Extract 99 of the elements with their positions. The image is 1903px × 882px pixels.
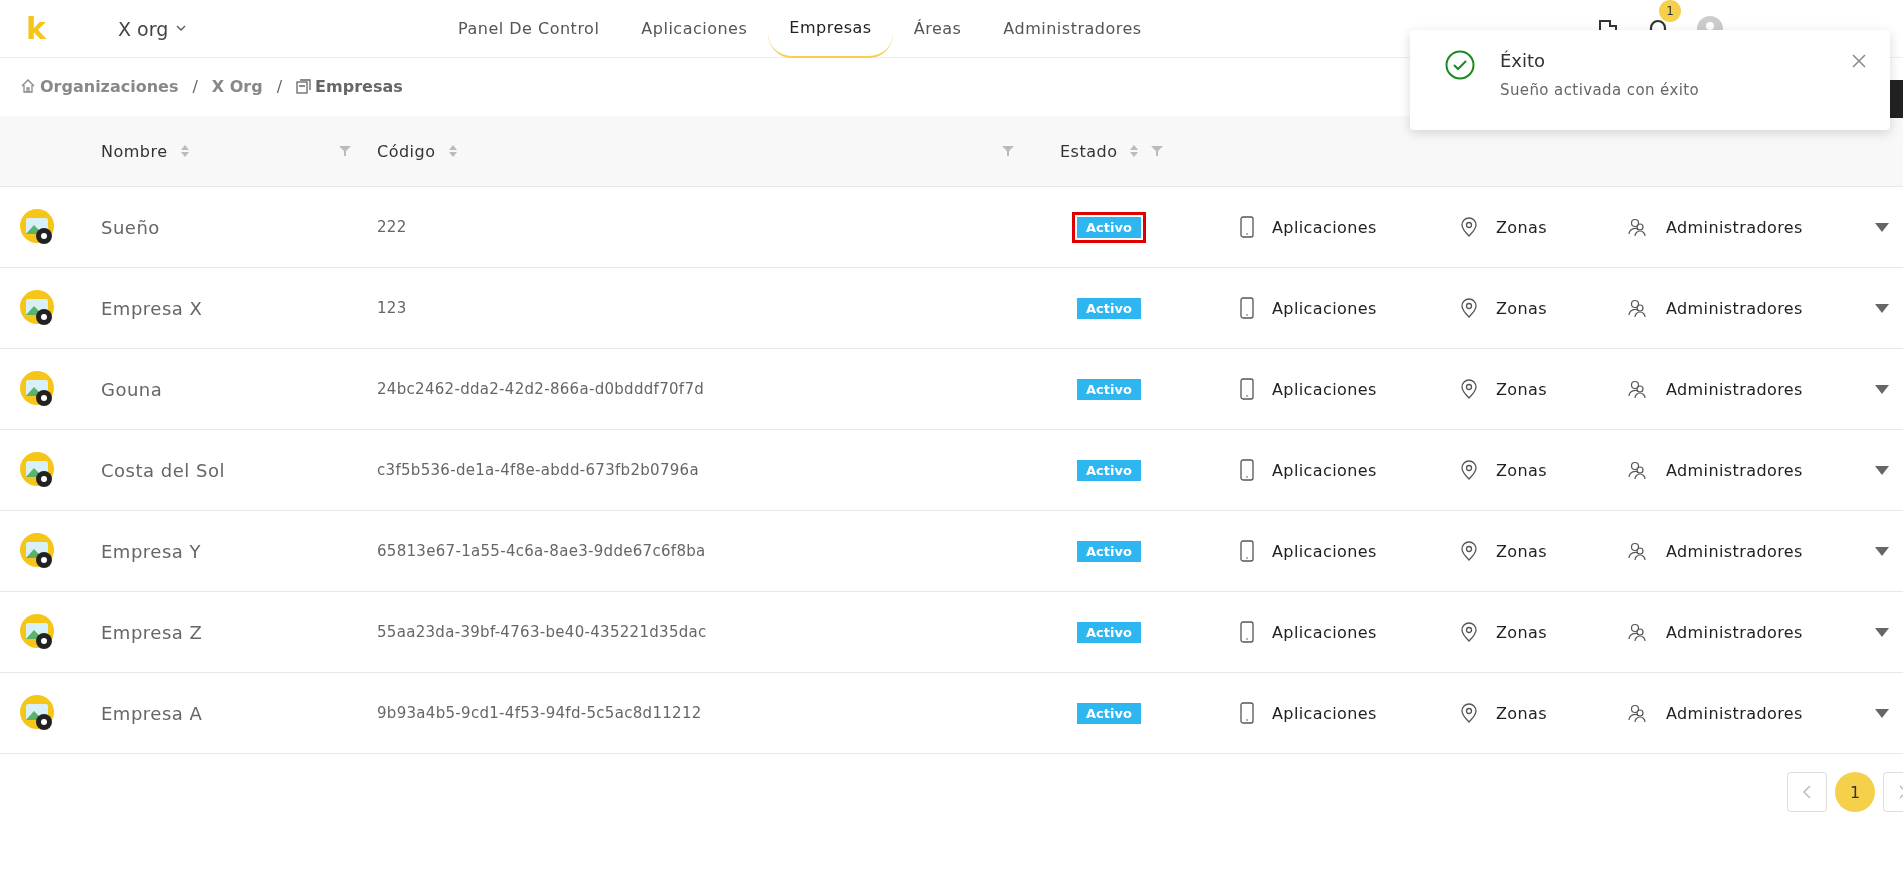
image-avatar-icon xyxy=(20,533,56,569)
expand-caret-icon[interactable] xyxy=(1874,222,1889,232)
image-avatar-icon xyxy=(20,614,56,650)
users-icon xyxy=(1628,541,1648,561)
image-avatar-icon xyxy=(20,371,56,407)
administrators-link[interactable]: Administradores xyxy=(1666,460,1803,480)
sort-icon[interactable] xyxy=(179,143,190,159)
users-icon xyxy=(1628,379,1648,399)
window-icon xyxy=(296,78,312,94)
applications-link[interactable]: Aplicaciones xyxy=(1272,541,1377,561)
notification-badge: 1 xyxy=(1659,0,1681,22)
company-name: Costa del Sol xyxy=(101,459,226,481)
applications-link[interactable]: Aplicaciones xyxy=(1272,298,1377,318)
company-code: c3f5b536-de1a-4f8e-abdd-673fb2b0796a xyxy=(377,461,700,479)
zones-link[interactable]: Zonas xyxy=(1496,217,1548,237)
zones-link[interactable]: Zonas xyxy=(1496,622,1548,642)
nav-tab[interactable]: Áreas xyxy=(892,0,983,58)
company-name: Empresa Y xyxy=(101,540,203,562)
phone-icon xyxy=(1240,540,1254,562)
applications-link[interactable]: Aplicaciones xyxy=(1272,703,1377,723)
applications-link[interactable]: Aplicaciones xyxy=(1272,622,1377,642)
company-name: Gouna xyxy=(101,378,164,400)
expand-caret-icon[interactable] xyxy=(1874,546,1889,556)
chevron-down-icon xyxy=(176,25,187,32)
users-icon xyxy=(1628,622,1648,642)
breadcrumb-link[interactable]: X Org xyxy=(211,76,263,96)
phone-icon xyxy=(1240,216,1254,238)
users-icon xyxy=(1628,298,1648,318)
administrators-link[interactable]: Administradores xyxy=(1666,622,1803,642)
image-avatar-icon xyxy=(20,290,56,326)
company-code: 65813e67-1a55-4c6a-8ae3-9dde67c6f8ba xyxy=(377,542,707,560)
company-code: 123 xyxy=(377,299,408,317)
zones-link[interactable]: Zonas xyxy=(1496,541,1548,561)
location-pin-icon xyxy=(1460,622,1478,642)
close-icon[interactable] xyxy=(1852,54,1866,68)
zones-link[interactable]: Zonas xyxy=(1496,379,1548,399)
location-pin-icon xyxy=(1460,379,1478,399)
expand-caret-icon[interactable] xyxy=(1874,384,1889,394)
phone-icon xyxy=(1240,459,1254,481)
nav-tab[interactable]: Aplicaciones xyxy=(620,0,769,58)
company-name: Sueño xyxy=(101,216,161,238)
users-icon xyxy=(1628,460,1648,480)
image-avatar-icon xyxy=(20,209,56,245)
administrators-link[interactable]: Administradores xyxy=(1666,703,1803,723)
expand-caret-icon[interactable] xyxy=(1874,708,1889,718)
sort-icon[interactable] xyxy=(447,143,458,159)
users-icon xyxy=(1628,217,1648,237)
company-name: Empresa X xyxy=(101,297,204,319)
toast-message: Sueño activada con éxito xyxy=(1500,81,1701,99)
phone-icon xyxy=(1240,702,1254,724)
column-header: Estado xyxy=(1060,141,1118,161)
home-icon xyxy=(20,78,36,94)
zones-link[interactable]: Zonas xyxy=(1496,460,1548,480)
expand-caret-icon[interactable] xyxy=(1874,627,1889,637)
breadcrumb-separator: / xyxy=(192,76,198,96)
users-icon xyxy=(1628,703,1648,723)
applications-link[interactable]: Aplicaciones xyxy=(1272,217,1377,237)
administrators-link[interactable]: Administradores xyxy=(1666,298,1803,318)
phone-icon xyxy=(1240,621,1254,643)
company-code: 222 xyxy=(377,218,408,236)
image-avatar-icon xyxy=(20,452,56,488)
administrators-link[interactable]: Administradores xyxy=(1666,541,1803,561)
org-selector[interactable]: X org xyxy=(118,17,437,40)
company-name: Empresa Z xyxy=(101,621,204,643)
location-pin-icon xyxy=(1460,217,1478,237)
expand-caret-icon[interactable] xyxy=(1874,465,1889,475)
location-pin-icon xyxy=(1460,703,1478,723)
administrators-link[interactable]: Administradores xyxy=(1666,379,1803,399)
phone-icon xyxy=(1240,378,1254,400)
filter-icon[interactable] xyxy=(1002,145,1014,157)
applications-link[interactable]: Aplicaciones xyxy=(1272,460,1377,480)
administrators-link[interactable]: Administradores xyxy=(1666,217,1803,237)
image-avatar-icon xyxy=(20,695,56,731)
expand-caret-icon[interactable] xyxy=(1874,303,1889,313)
nav-tab[interactable]: Empresas xyxy=(768,0,893,58)
sort-icon[interactable] xyxy=(1129,143,1140,159)
location-pin-icon xyxy=(1460,541,1478,561)
company-code: 55aa23da-39bf-4763-be40-435221d35dac xyxy=(377,623,708,641)
column-header: Código xyxy=(377,141,436,161)
page-button[interactable]: 1 xyxy=(1835,772,1875,812)
company-code: 24bc2462-dda2-42d2-866a-d0bdddf70f7d xyxy=(377,380,706,398)
company-name: Empresa A xyxy=(101,702,204,724)
breadcrumb-separator: / xyxy=(276,76,283,96)
toast-title: Éxito xyxy=(1500,50,1547,71)
breadcrumb-link[interactable]: Organizaciones xyxy=(40,76,179,96)
filter-icon[interactable] xyxy=(1151,145,1164,157)
zones-link[interactable]: Zonas xyxy=(1496,703,1548,723)
nav-tab[interactable]: Administradores xyxy=(982,0,1163,58)
success-check-icon xyxy=(1445,50,1475,80)
location-pin-icon xyxy=(1460,298,1478,318)
location-pin-icon xyxy=(1460,460,1478,480)
zones-link[interactable]: Zonas xyxy=(1496,298,1548,318)
company-code: 9b93a4b5-9cd1-4f53-94fd-5c5ac8d11212 xyxy=(377,704,703,722)
nav-tab[interactable]: Panel De Control xyxy=(437,0,621,58)
chevron-left-icon xyxy=(1802,785,1812,799)
phone-icon xyxy=(1240,297,1254,319)
column-header: Nombre xyxy=(101,141,168,161)
applications-link[interactable]: Aplicaciones xyxy=(1272,379,1377,399)
filter-icon[interactable] xyxy=(339,145,351,157)
